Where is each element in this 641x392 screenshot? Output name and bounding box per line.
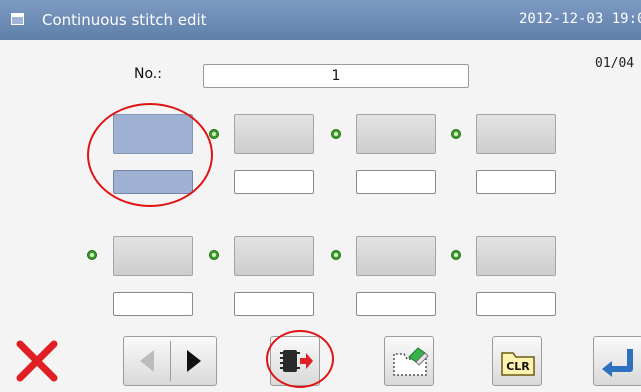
folder-eraser-icon: [393, 347, 429, 376]
pattern-button-2[interactable]: [234, 114, 314, 154]
cancel-button[interactable]: [12, 336, 62, 386]
number-field[interactable]: 1: [203, 64, 469, 88]
window-icon: [11, 13, 24, 25]
pattern-value-field-4[interactable]: [476, 170, 556, 194]
write-to-memory-button[interactable]: [270, 336, 320, 386]
arrow-connector-icon: [209, 250, 219, 260]
enter-return-icon: [602, 349, 633, 377]
arrow-connector-icon: [87, 250, 97, 260]
pattern-button-8[interactable]: [476, 236, 556, 276]
pattern-value-field-1[interactable]: [113, 170, 193, 194]
arrow-connector-icon: [331, 250, 341, 260]
red-x-cancel-icon: [16, 340, 58, 382]
page-indicator: 01/04: [595, 56, 635, 71]
clear-button[interactable]: CLR: [492, 336, 542, 386]
number-label: No.:: [134, 66, 162, 82]
pattern-value-field-5[interactable]: [113, 292, 193, 316]
next-page-button[interactable]: [171, 337, 217, 385]
page-navigation: [123, 336, 217, 386]
arrow-connector-icon: [451, 250, 461, 260]
triangle-left-icon: [140, 350, 154, 372]
pattern-button-5[interactable]: [113, 236, 193, 276]
pattern-button-3[interactable]: [356, 114, 436, 154]
pattern-value-field-8[interactable]: [476, 292, 556, 316]
triangle-right-icon: [187, 350, 201, 372]
arrow-connector-icon: [451, 129, 461, 139]
arrow-connector-icon: [331, 129, 341, 139]
screen-title: Continuous stitch edit: [42, 11, 207, 29]
memory-to-sewing-icon: [280, 350, 313, 372]
pattern-value-field-6[interactable]: [234, 292, 314, 316]
pattern-value-field-7[interactable]: [356, 292, 436, 316]
clear-label: CLR: [506, 360, 530, 373]
pattern-value-field-2[interactable]: [234, 170, 314, 194]
enter-button[interactable]: [593, 336, 641, 386]
pattern-button-6[interactable]: [234, 236, 314, 276]
title-bar: Continuous stitch edit 2012-12-03 19:06: [0, 0, 641, 40]
previous-page-button[interactable]: [124, 337, 170, 385]
pattern-value-field-3[interactable]: [356, 170, 436, 194]
folder-clear-icon: CLR: [501, 352, 535, 376]
date-time: 2012-12-03 19:06: [519, 11, 641, 27]
arrow-connector-icon: [209, 129, 219, 139]
pattern-button-7[interactable]: [356, 236, 436, 276]
pattern-button-1[interactable]: [113, 114, 193, 154]
pattern-button-4[interactable]: [476, 114, 556, 154]
erase-button[interactable]: [384, 336, 434, 386]
